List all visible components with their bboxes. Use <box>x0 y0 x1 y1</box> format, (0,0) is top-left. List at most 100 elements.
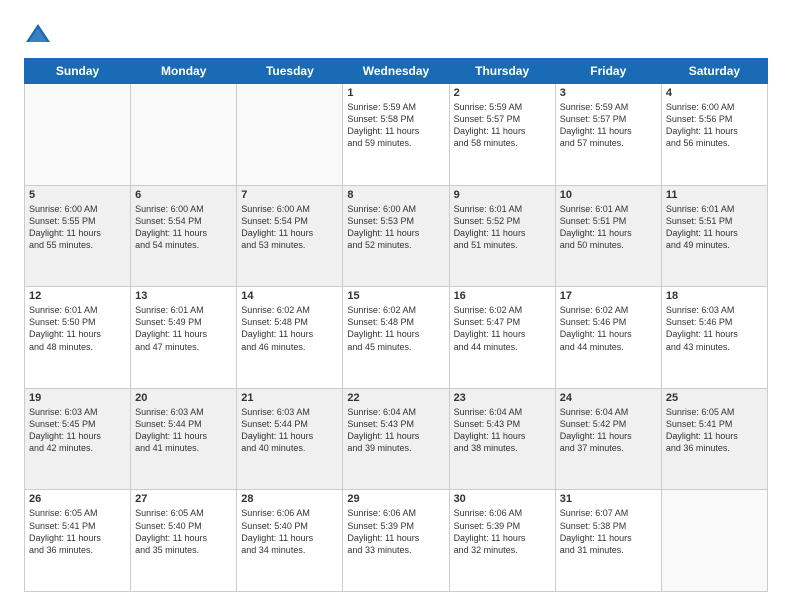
day-number: 17 <box>560 290 657 302</box>
day-number: 28 <box>241 493 338 505</box>
calendar-cell: 27Sunrise: 6:05 AM Sunset: 5:40 PM Dayli… <box>131 490 237 592</box>
weekday-header-friday: Friday <box>555 59 661 84</box>
day-number: 25 <box>666 392 763 404</box>
cell-info: Sunrise: 6:03 AM Sunset: 5:44 PM Dayligh… <box>135 406 232 455</box>
day-number: 5 <box>29 189 126 201</box>
calendar-week-row: 1 Sunrise: 5:59 AM Sunset: 5:58 PM Daylig… <box>25 84 768 186</box>
cell-info: Sunrise: 6:01 AM Sunset: 5:51 PM Dayligh… <box>666 203 763 252</box>
calendar-cell: 24 Sunrise: 6:04 AM Sunset: 5:42 PM Dayli… <box>555 388 661 490</box>
day-number: 20 <box>135 392 232 404</box>
cell-info: Sunrise: 6:00 AM Sunset: 5:55 PM Dayligh… <box>29 203 126 252</box>
calendar-cell: 21 Sunrise: 6:03 AM Sunset: 5:44 PM Dayli… <box>237 388 343 490</box>
day-number: 18 <box>666 290 763 302</box>
calendar-table: SundayMondayTuesdayWednesdayThursdayFrid… <box>24 58 768 592</box>
calendar-cell: 19Sunrise: 6:03 AM Sunset: 5:45 PM Dayli… <box>25 388 131 490</box>
weekday-header-monday: Monday <box>131 59 237 84</box>
calendar-cell: 29 Sunrise: 6:06 AM Sunset: 5:39 PM Dayli… <box>343 490 449 592</box>
weekday-header-thursday: Thursday <box>449 59 555 84</box>
cell-info: Sunrise: 6:02 AM Sunset: 5:47 PM Dayligh… <box>454 304 551 353</box>
calendar-cell: 2 Sunrise: 5:59 AM Sunset: 5:57 PM Daylig… <box>449 84 555 186</box>
logo <box>24 20 56 48</box>
day-number: 4 <box>666 87 763 99</box>
logo-icon <box>24 20 52 48</box>
day-number: 24 <box>560 392 657 404</box>
calendar-cell: 11 Sunrise: 6:01 AM Sunset: 5:51 PM Dayli… <box>661 185 767 287</box>
calendar-cell: 22Sunrise: 6:04 AM Sunset: 5:43 PM Dayli… <box>343 388 449 490</box>
day-number: 16 <box>454 290 551 302</box>
day-number: 14 <box>241 290 338 302</box>
cell-info: Sunrise: 6:02 AM Sunset: 5:48 PM Dayligh… <box>347 304 444 353</box>
day-number: 22 <box>347 392 444 404</box>
day-number: 11 <box>666 189 763 201</box>
day-number: 7 <box>241 189 338 201</box>
cell-info: Sunrise: 5:59 AM Sunset: 5:58 PM Dayligh… <box>347 101 444 150</box>
day-number: 1 <box>347 87 444 99</box>
cell-info: Sunrise: 6:05 AM Sunset: 5:41 PM Dayligh… <box>29 507 126 556</box>
calendar-cell: 30 Sunrise: 6:06 AM Sunset: 5:39 PM Dayli… <box>449 490 555 592</box>
cell-info: Sunrise: 6:00 AM Sunset: 5:54 PM Dayligh… <box>135 203 232 252</box>
header <box>24 20 768 48</box>
cell-info: Sunrise: 6:07 AM Sunset: 5:38 PM Dayligh… <box>560 507 657 556</box>
cell-info: Sunrise: 6:06 AM Sunset: 5:39 PM Dayligh… <box>347 507 444 556</box>
weekday-header-tuesday: Tuesday <box>237 59 343 84</box>
day-number: 19 <box>29 392 126 404</box>
cell-info: Sunrise: 6:03 AM Sunset: 5:44 PM Dayligh… <box>241 406 338 455</box>
cell-info: Sunrise: 6:00 AM Sunset: 5:54 PM Dayligh… <box>241 203 338 252</box>
calendar-cell: 8 Sunrise: 6:00 AM Sunset: 5:53 PM Daylig… <box>343 185 449 287</box>
calendar-cell: 15 Sunrise: 6:02 AM Sunset: 5:48 PM Dayli… <box>343 287 449 389</box>
cell-info: Sunrise: 6:01 AM Sunset: 5:52 PM Dayligh… <box>454 203 551 252</box>
cell-info: Sunrise: 6:03 AM Sunset: 5:46 PM Dayligh… <box>666 304 763 353</box>
cell-info: Sunrise: 6:00 AM Sunset: 5:53 PM Dayligh… <box>347 203 444 252</box>
cell-info: Sunrise: 6:06 AM Sunset: 5:39 PM Dayligh… <box>454 507 551 556</box>
calendar-cell: 25 Sunrise: 6:05 AM Sunset: 5:41 PM Dayli… <box>661 388 767 490</box>
calendar-cell: 14 Sunrise: 6:02 AM Sunset: 5:48 PM Dayli… <box>237 287 343 389</box>
cell-info: Sunrise: 6:02 AM Sunset: 5:48 PM Dayligh… <box>241 304 338 353</box>
day-number: 30 <box>454 493 551 505</box>
cell-info: Sunrise: 6:04 AM Sunset: 5:43 PM Dayligh… <box>454 406 551 455</box>
cell-info: Sunrise: 6:01 AM Sunset: 5:50 PM Dayligh… <box>29 304 126 353</box>
day-number: 23 <box>454 392 551 404</box>
calendar-week-row: 19Sunrise: 6:03 AM Sunset: 5:45 PM Dayli… <box>25 388 768 490</box>
calendar-week-row: 5 Sunrise: 6:00 AM Sunset: 5:55 PM Daylig… <box>25 185 768 287</box>
cell-info: Sunrise: 6:06 AM Sunset: 5:40 PM Dayligh… <box>241 507 338 556</box>
page: SundayMondayTuesdayWednesdayThursdayFrid… <box>0 0 792 612</box>
calendar-cell: 10 Sunrise: 6:01 AM Sunset: 5:51 PM Dayli… <box>555 185 661 287</box>
day-number: 8 <box>347 189 444 201</box>
calendar-cell <box>131 84 237 186</box>
calendar-cell: 9 Sunrise: 6:01 AM Sunset: 5:52 PM Daylig… <box>449 185 555 287</box>
cell-info: Sunrise: 6:05 AM Sunset: 5:41 PM Dayligh… <box>666 406 763 455</box>
weekday-header-sunday: Sunday <box>25 59 131 84</box>
day-number: 27 <box>135 493 232 505</box>
day-number: 9 <box>454 189 551 201</box>
calendar-cell: 23 Sunrise: 6:04 AM Sunset: 5:43 PM Dayli… <box>449 388 555 490</box>
day-number: 2 <box>454 87 551 99</box>
day-number: 3 <box>560 87 657 99</box>
calendar-cell: 12 Sunrise: 6:01 AM Sunset: 5:50 PM Dayli… <box>25 287 131 389</box>
day-number: 10 <box>560 189 657 201</box>
calendar-week-row: 12 Sunrise: 6:01 AM Sunset: 5:50 PM Dayli… <box>25 287 768 389</box>
calendar-week-row: 26Sunrise: 6:05 AM Sunset: 5:41 PM Dayli… <box>25 490 768 592</box>
calendar-cell: 31 Sunrise: 6:07 AM Sunset: 5:38 PM Dayli… <box>555 490 661 592</box>
day-number: 15 <box>347 290 444 302</box>
day-number: 21 <box>241 392 338 404</box>
cell-info: Sunrise: 5:59 AM Sunset: 5:57 PM Dayligh… <box>454 101 551 150</box>
calendar-cell: 26Sunrise: 6:05 AM Sunset: 5:41 PM Dayli… <box>25 490 131 592</box>
day-number: 29 <box>347 493 444 505</box>
calendar-cell: 16 Sunrise: 6:02 AM Sunset: 5:47 PM Dayli… <box>449 287 555 389</box>
calendar-cell: 5 Sunrise: 6:00 AM Sunset: 5:55 PM Daylig… <box>25 185 131 287</box>
day-number: 31 <box>560 493 657 505</box>
cell-info: Sunrise: 6:00 AM Sunset: 5:56 PM Dayligh… <box>666 101 763 150</box>
calendar-cell <box>661 490 767 592</box>
cell-info: Sunrise: 6:02 AM Sunset: 5:46 PM Dayligh… <box>560 304 657 353</box>
weekday-header-wednesday: Wednesday <box>343 59 449 84</box>
cell-info: Sunrise: 6:01 AM Sunset: 5:49 PM Dayligh… <box>135 304 232 353</box>
calendar-cell: 1 Sunrise: 5:59 AM Sunset: 5:58 PM Daylig… <box>343 84 449 186</box>
calendar-cell: 17 Sunrise: 6:02 AM Sunset: 5:46 PM Dayli… <box>555 287 661 389</box>
calendar-cell: 13Sunrise: 6:01 AM Sunset: 5:49 PM Dayli… <box>131 287 237 389</box>
calendar-cell <box>25 84 131 186</box>
cell-info: Sunrise: 6:04 AM Sunset: 5:42 PM Dayligh… <box>560 406 657 455</box>
cell-info: Sunrise: 6:01 AM Sunset: 5:51 PM Dayligh… <box>560 203 657 252</box>
calendar-cell: 4 Sunrise: 6:00 AM Sunset: 5:56 PM Daylig… <box>661 84 767 186</box>
day-number: 12 <box>29 290 126 302</box>
calendar-cell: 20 Sunrise: 6:03 AM Sunset: 5:44 PM Dayli… <box>131 388 237 490</box>
